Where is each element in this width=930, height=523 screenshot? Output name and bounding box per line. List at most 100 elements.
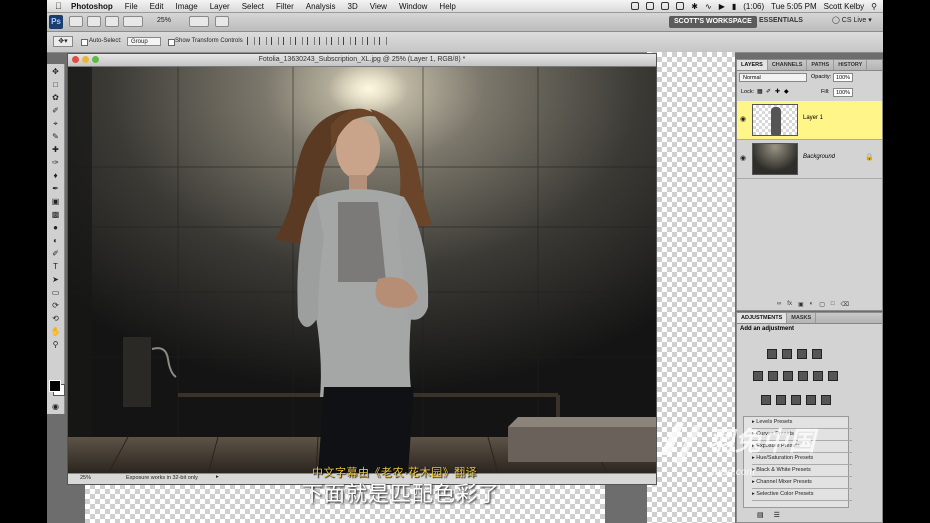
menu-view[interactable]: View [370,2,387,11]
lasso-tool-icon[interactable]: ✿ [50,92,61,103]
threshold-icon[interactable] [791,395,801,405]
posterize-icon[interactable] [776,395,786,405]
tab-history[interactable]: HISTORY [834,60,868,70]
eraser-tool-icon[interactable]: ▣ [50,196,61,207]
menu-app-name[interactable]: Photoshop [71,2,113,11]
quick-mask-icon[interactable]: ◉ [50,401,61,412]
channel-mixer-icon[interactable] [828,371,838,381]
visibility-eye-icon[interactable]: ◉ [740,154,746,162]
volume-icon[interactable]: ▶ [719,2,725,11]
path-select-tool-icon[interactable]: ➤ [50,274,61,285]
align-hcenter-icon[interactable] [295,37,303,45]
vibrance-icon[interactable] [753,371,763,381]
layer-style-icon[interactable]: fx [787,301,792,308]
dropbox-icon[interactable] [646,2,655,10]
screen-mode-button[interactable] [189,16,209,27]
pen-tool-icon[interactable]: ✐ [50,248,61,259]
blend-mode-dropdown[interactable]: Normal [739,73,807,82]
link-layers-icon[interactable]: ∞ [777,301,781,308]
tab-paths[interactable]: PATHS [807,60,835,70]
hand-tool-icon[interactable]: ✋ [50,326,61,337]
display-icon[interactable] [661,2,670,10]
workspace-essentials[interactable]: ESSENTIALS [759,17,803,24]
menu-image[interactable]: Image [175,2,197,11]
black-white-icon[interactable] [798,371,808,381]
layer-row-layer-1[interactable]: ◉ Layer 1 [737,101,882,140]
image-canvas[interactable] [68,67,656,474]
bluetooth-icon[interactable]: ✱ [691,2,698,11]
menu-help[interactable]: Help [439,2,455,11]
preset-selective-color[interactable]: ▸ Selective Color Presets [752,489,852,501]
3d-rotate-tool-icon[interactable]: ⟳ [50,300,61,311]
new-group-icon[interactable]: ▢ [819,301,825,308]
arrange-documents-button[interactable] [123,16,143,27]
invert-icon[interactable] [761,395,771,405]
tab-adjustments[interactable]: ADJUSTMENTS [737,313,788,323]
gradient-tool-icon[interactable]: ▩ [50,209,61,220]
document-window[interactable]: Fotolia_13630243_Subscription_XL.jpg @ 2… [67,53,657,485]
add-mask-icon[interactable]: ▣ [798,301,804,308]
quick-select-tool-icon[interactable]: ✐ [50,105,61,116]
transform-controls-checkbox[interactable] [168,39,175,46]
menu-3d[interactable]: 3D [348,2,358,11]
hand-tool-button[interactable] [215,16,229,27]
blur-tool-icon[interactable]: ● [50,222,61,233]
menu-select[interactable]: Select [242,2,264,11]
exposure-icon[interactable] [812,349,822,359]
layer-1-name[interactable]: Layer 1 [803,115,823,121]
zoom-level[interactable]: 25% [157,17,171,24]
document-title-bar[interactable]: Fotolia_13630243_Subscription_XL.jpg @ 2… [68,54,656,67]
zoom-window-button[interactable] [92,56,99,63]
apple-icon[interactable]:  [55,1,65,11]
healing-brush-tool-icon[interactable]: ✚ [50,144,61,155]
fill-field[interactable]: 100% [833,88,853,97]
tab-layers[interactable]: LAYERS [737,60,768,70]
lock-position-icon[interactable]: ✚ [775,88,780,95]
workspace-scott[interactable]: SCOTT'S WORKSPACE [669,16,757,28]
menu-filter[interactable]: Filter [276,2,294,11]
lock-pixels-icon[interactable]: ✐ [766,88,771,95]
visibility-eye-icon[interactable]: ◉ [740,115,746,123]
close-window-button[interactable] [72,56,79,63]
auto-select-checkbox[interactable] [81,39,88,46]
tab-channels[interactable]: CHANNELS [768,60,808,70]
menu-window[interactable]: Window [399,2,427,11]
menu-edit[interactable]: Edit [150,2,164,11]
move-tool-preset[interactable]: ✥▾ [53,36,73,47]
auto-select-dropdown[interactable]: Group [127,37,161,46]
battery-icon[interactable]: ▮ [732,2,736,11]
brush-tool-icon[interactable]: ✑ [50,157,61,168]
photo-filter-icon[interactable] [813,371,823,381]
distribute-right-icon[interactable] [379,37,387,45]
cs-live-button[interactable]: ◯ CS Live ▾ [832,16,872,24]
lock-all-icon[interactable]: ◆ [784,88,789,95]
3d-orbit-tool-icon[interactable]: ⟲ [50,313,61,324]
clip-to-layer-icon[interactable]: ▤ [757,511,764,519]
opacity-field[interactable]: 100% [833,73,853,82]
new-adjustment-icon[interactable]: ◐ [810,301,814,308]
clone-stamp-tool-icon[interactable]: ♦ [50,170,61,181]
hue-saturation-icon[interactable] [768,371,778,381]
eyedropper-tool-icon[interactable]: ✎ [50,131,61,142]
distribute-vcenter-icon[interactable] [331,37,339,45]
menu-analysis[interactable]: Analysis [306,2,336,11]
menu-file[interactable]: File [125,2,138,11]
distribute-top-icon[interactable] [319,37,327,45]
dodge-tool-icon[interactable]: ◐ [50,235,61,246]
bridge-button[interactable] [69,16,83,27]
distribute-hcenter-icon[interactable] [367,37,375,45]
align-bottom-icon[interactable] [271,37,279,45]
align-vcenter-icon[interactable] [259,37,267,45]
tab-masks[interactable]: MASKS [787,313,817,323]
type-tool-icon[interactable]: T [50,261,61,272]
new-layer-icon[interactable]: □ [831,301,835,308]
align-right-icon[interactable] [307,37,315,45]
status-icon[interactable] [631,2,640,10]
user-name[interactable]: Scott Kelby [824,2,864,11]
layer-row-background[interactable]: ◉ Background 🔒 [737,140,882,179]
background-layer-name[interactable]: Background [803,154,835,160]
delete-layer-icon[interactable]: ⌫ [841,301,849,308]
foreground-color-swatch[interactable] [49,380,61,392]
zoom-tool-icon[interactable]: ⚲ [50,339,61,350]
distribute-left-icon[interactable] [355,37,363,45]
